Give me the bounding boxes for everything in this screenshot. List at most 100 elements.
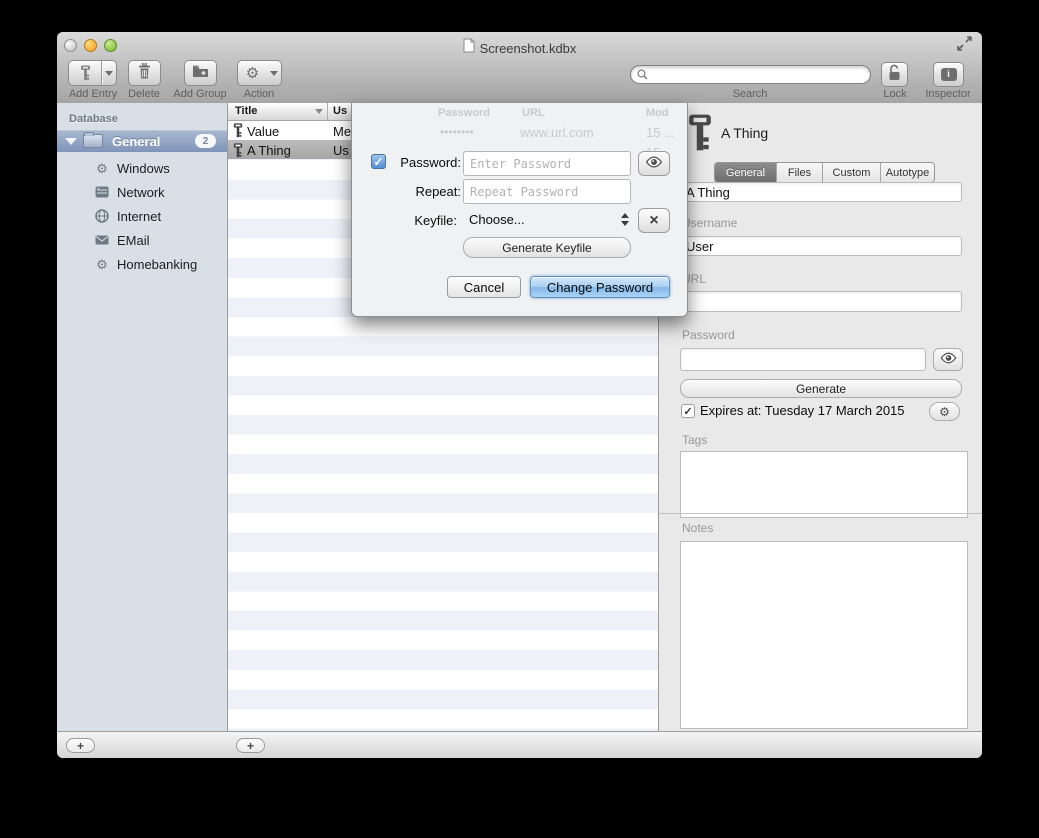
expires-checkbox[interactable]: ✓ [681, 404, 695, 418]
lock-label: Lock [883, 88, 906, 100]
use-password-checkbox[interactable]: ✓ [371, 154, 386, 169]
delete-button[interactable] [128, 60, 161, 86]
key-icon [69, 65, 101, 81]
action-label: Action [244, 88, 275, 100]
key-icon [687, 113, 713, 158]
url-field[interactable] [680, 291, 962, 312]
column-header-username[interactable]: Us [333, 105, 347, 117]
popup-stepper-icon [621, 213, 629, 226]
tab-general[interactable]: General [715, 163, 777, 182]
add-entry-button[interactable] [68, 60, 117, 86]
column-divider[interactable] [327, 103, 328, 120]
inspector-label: Inspector [925, 88, 970, 100]
password-field[interactable] [680, 348, 926, 371]
sidebar-item-network[interactable]: Network [57, 180, 227, 204]
username-field[interactable] [680, 236, 962, 256]
expires-options-button[interactable]: ⚙ [929, 402, 960, 421]
inspector-button[interactable]: i [933, 62, 964, 87]
entry-username: Me [333, 124, 351, 139]
inspector-tabs: General Files Custom Autotype [714, 162, 935, 183]
tab-autotype[interactable]: Autotype [881, 163, 934, 182]
notes-label: Notes [682, 521, 713, 535]
keyfile-popup-value: Choose... [469, 212, 525, 227]
key-icon [233, 143, 243, 163]
keyfile-popup[interactable]: Choose... [463, 207, 631, 232]
chevron-down-icon[interactable] [102, 71, 116, 76]
chevron-down-icon[interactable] [267, 71, 281, 76]
folder-plus-icon [192, 64, 209, 83]
sheet-keyfile-label: Keyfile: [384, 213, 457, 228]
sidebar-item-homebanking[interactable]: ⚙ Homebanking [57, 252, 227, 276]
eye-icon [645, 155, 663, 173]
entry-count-badge: 2 [195, 134, 216, 148]
generate-keyfile-button[interactable]: Generate Keyfile [463, 237, 631, 258]
action-button[interactable]: ⚙ [237, 60, 282, 86]
fullscreen-icon[interactable] [956, 36, 973, 56]
lock-button[interactable] [881, 62, 908, 87]
sidebar-item-label: EMail [117, 233, 150, 248]
reveal-password-button[interactable] [933, 348, 963, 371]
repeat-password-input[interactable] [463, 179, 631, 204]
server-icon [94, 186, 110, 198]
tab-files[interactable]: Files [777, 163, 823, 182]
cancel-label: Cancel [464, 280, 504, 295]
faded-password-dots: •••••••• [440, 125, 474, 139]
clear-keyfile-button[interactable]: × [638, 208, 670, 233]
check-icon: ✓ [683, 405, 692, 418]
add-group-button[interactable] [184, 60, 217, 86]
bottom-bar: + + [57, 731, 982, 758]
sidebar: Database General 2 ⚙ Windows Network Int… [57, 103, 227, 731]
sidebar-group-general[interactable]: General 2 [57, 130, 227, 152]
tags-field[interactable] [680, 451, 968, 518]
gear-icon: ⚙ [939, 406, 950, 418]
column-header-title[interactable]: Title [235, 105, 257, 117]
change-password-label: Change Password [547, 280, 653, 295]
add-entry-footer-button[interactable]: + [236, 738, 265, 753]
generate-password-button[interactable]: Generate [680, 379, 962, 398]
close-icon: × [649, 214, 658, 228]
sidebar-item-label: Network [117, 185, 165, 200]
expires-label: Expires at: Tuesday 17 March 2015 [700, 403, 905, 418]
info-icon: i [941, 68, 957, 81]
sidebar-item-windows[interactable]: ⚙ Windows [57, 156, 227, 180]
inspector-panel: A Thing General Files Custom Autotype Us… [659, 103, 982, 731]
cancel-button[interactable]: Cancel [447, 276, 521, 298]
reveal-password-button[interactable] [638, 151, 670, 176]
sort-indicator-icon [315, 109, 323, 114]
sidebar-group-label: General [112, 134, 160, 149]
add-group-footer-button[interactable]: + [66, 738, 95, 753]
window-chrome: Screenshot.kdbx Add Entry Delete Add Gro… [57, 32, 982, 104]
sidebar-item-label: Windows [117, 161, 170, 176]
sidebar-splitter[interactable] [227, 103, 228, 758]
notes-field[interactable] [680, 541, 968, 729]
faded-url-value: www.url.com [520, 125, 594, 140]
gear-icon: ⚙ [238, 66, 267, 81]
change-password-button[interactable]: Change Password [530, 276, 670, 298]
search-field[interactable] [630, 65, 871, 84]
add-entry-label: Add Entry [69, 88, 117, 100]
tab-custom[interactable]: Custom [823, 163, 881, 182]
app-window: Screenshot.kdbx Add Entry Delete Add Gro… [57, 32, 982, 758]
disclosure-triangle-icon[interactable] [65, 138, 77, 145]
globe-icon [94, 209, 110, 223]
sidebar-section-header: Database [69, 113, 118, 125]
check-icon: ✓ [373, 155, 383, 169]
search-input[interactable] [652, 67, 864, 83]
title-field[interactable] [680, 182, 962, 202]
entry-title: A Thing [247, 143, 291, 158]
inspector-entry-title: A Thing [721, 125, 768, 141]
window-title: Screenshot.kdbx [480, 41, 577, 56]
sidebar-item-label: Internet [117, 209, 161, 224]
enter-password-input[interactable] [463, 151, 631, 176]
titlebar: Screenshot.kdbx [57, 38, 982, 58]
sidebar-item-internet[interactable]: Internet [57, 204, 227, 228]
add-group-label: Add Group [173, 88, 226, 100]
eye-icon [940, 352, 957, 367]
section-divider [659, 513, 982, 514]
search-label: Search [733, 88, 768, 100]
faded-modified-header: Mod [646, 107, 669, 119]
envelope-icon [94, 235, 110, 245]
sidebar-item-email[interactable]: EMail [57, 228, 227, 252]
tags-label: Tags [682, 433, 707, 447]
faded-password-header: Password [438, 107, 490, 119]
